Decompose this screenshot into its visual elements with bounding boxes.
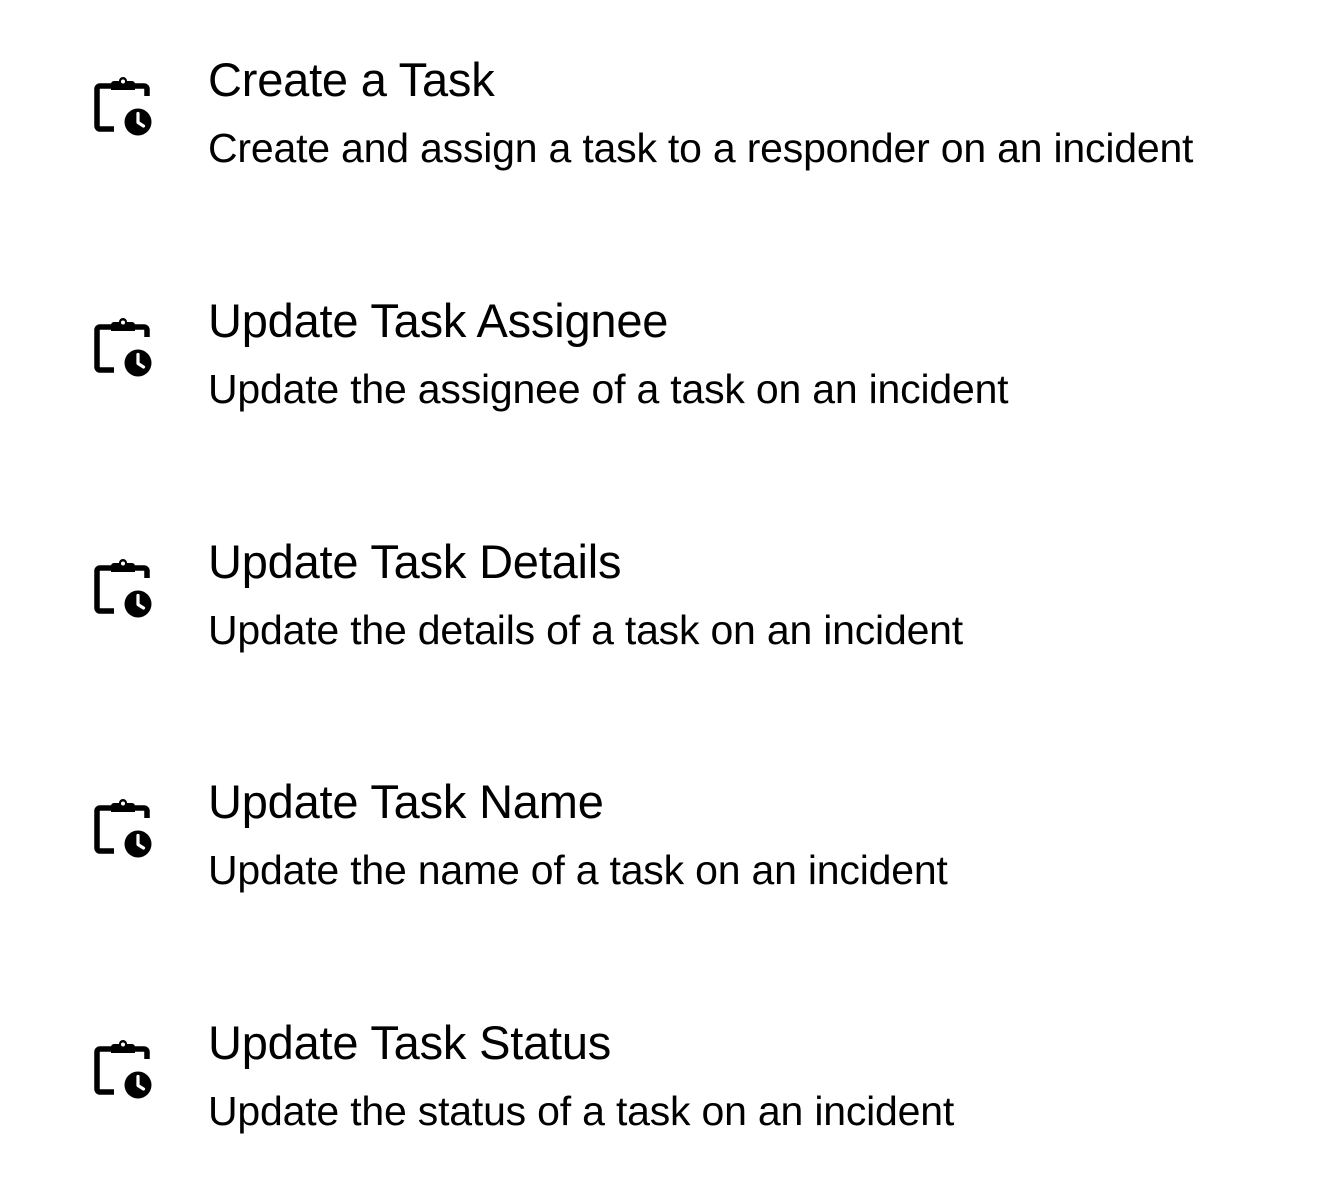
action-title: Create a Task: [208, 53, 495, 106]
clipboard-clock-icon: [92, 558, 154, 620]
action-description: Create and assign a task to a responder …: [208, 125, 1194, 171]
clipboard-clock-icon: [92, 798, 154, 860]
action-title: Update Task Assignee: [208, 294, 669, 347]
action-item-create-task[interactable]: Create a Task Create and assign a task t…: [0, 52, 1334, 202]
action-description: Update the details of a task on an incid…: [208, 607, 963, 653]
action-item-update-task-status[interactable]: Update Task Status Update the status of …: [0, 1015, 1334, 1165]
action-description: Update the name of a task on an incident: [208, 847, 948, 893]
clipboard-clock-icon: [92, 76, 154, 138]
action-item-update-task-details[interactable]: Update Task Details Update the details o…: [0, 534, 1334, 684]
clipboard-clock-icon: [92, 317, 154, 379]
action-title: Update Task Details: [208, 535, 622, 588]
action-item-update-task-name[interactable]: Update Task Name Update the name of a ta…: [0, 774, 1334, 924]
clipboard-clock-icon: [92, 1039, 154, 1101]
action-title: Update Task Name: [208, 775, 604, 828]
action-description: Update the assignee of a task on an inci…: [208, 366, 1009, 412]
action-description: Update the status of a task on an incide…: [208, 1088, 955, 1134]
action-list: Create a Task Create and assign a task t…: [0, 0, 1334, 1186]
action-item-update-task-assignee[interactable]: Update Task Assignee Update the assignee…: [0, 293, 1334, 443]
action-title: Update Task Status: [208, 1016, 612, 1069]
